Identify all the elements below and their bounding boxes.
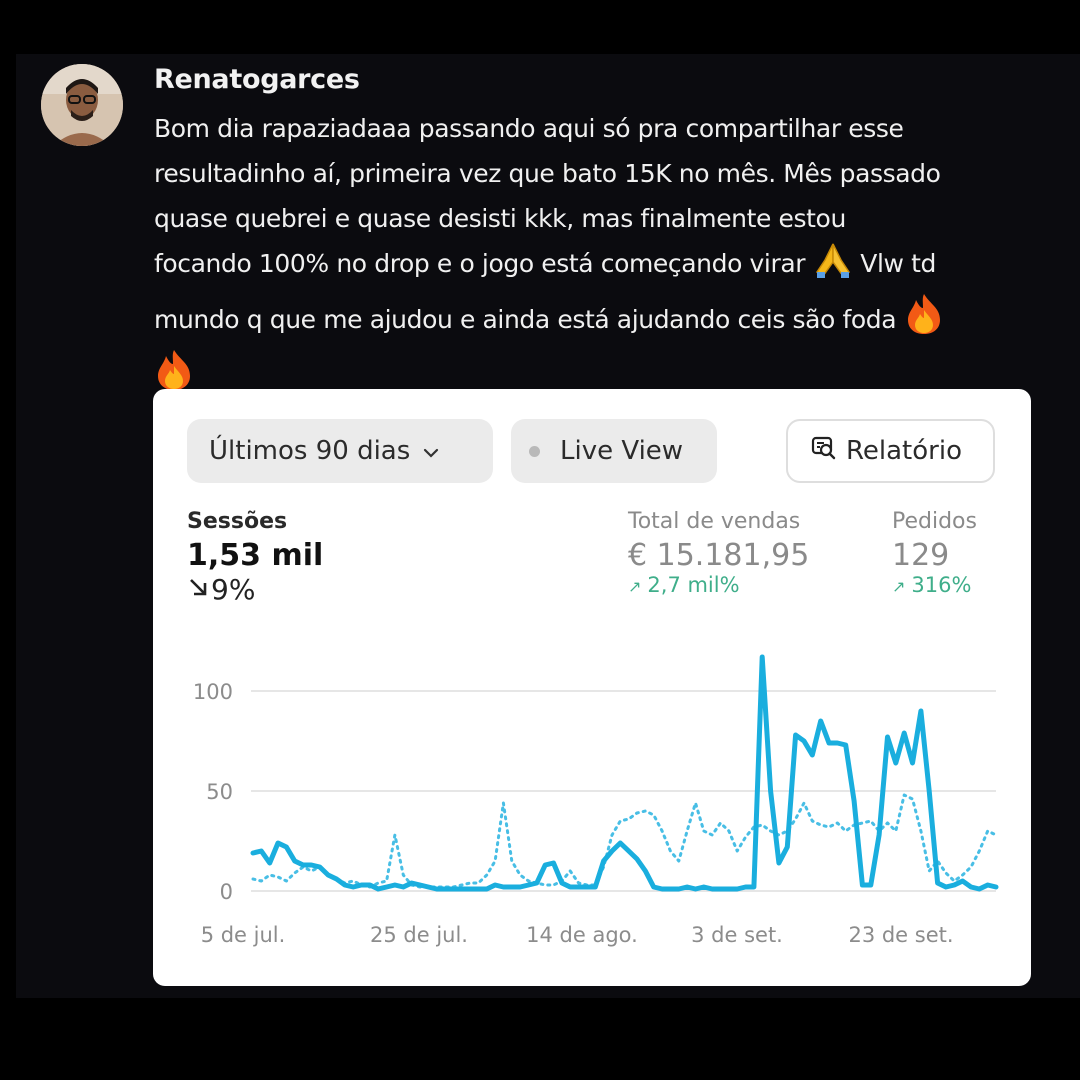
x-tick-label: 3 de set.	[691, 923, 783, 947]
avatar[interactable]	[41, 64, 123, 146]
avatar-photo	[41, 64, 123, 146]
message-line: Bom dia rapaziadaaa passando aqui só pra…	[154, 114, 904, 143]
y-tick-label: 0	[220, 880, 233, 904]
message-line: Vlw td	[860, 249, 936, 278]
y-tick-label: 50	[206, 780, 233, 804]
x-tick-label: 25 de jul.	[370, 923, 468, 947]
analytics-card: Últimos 90 dias Live View Relatório Sess…	[153, 389, 1031, 986]
series-line-previous	[251, 793, 998, 889]
username[interactable]: Renatogarces	[154, 64, 360, 95]
post-message: Bom dia rapaziadaaa passando aqui só pra…	[154, 106, 1024, 404]
x-tick-label: 23 de set.	[848, 923, 953, 947]
message-line: mundo q que me ajudou e ainda está ajuda…	[154, 305, 897, 334]
y-tick-label: 100	[193, 680, 233, 704]
sessions-line-chart: 0 50 100 5 de jul. 25 de jul. 14 de ago. 3 de …	[193, 654, 999, 947]
folded-hands-icon	[813, 242, 853, 292]
x-tick-label: 5 de jul.	[201, 923, 286, 947]
message-line: resultadinho aí, primeira vez que bato 1…	[154, 159, 941, 188]
x-tick-label: 14 de ago.	[526, 923, 638, 947]
fire-icon	[904, 292, 944, 348]
message-line: focando 100% no drop e o jogo está começ…	[154, 249, 806, 278]
message-line: quase quebrei e quase desisti kkk, mas f…	[154, 204, 846, 233]
